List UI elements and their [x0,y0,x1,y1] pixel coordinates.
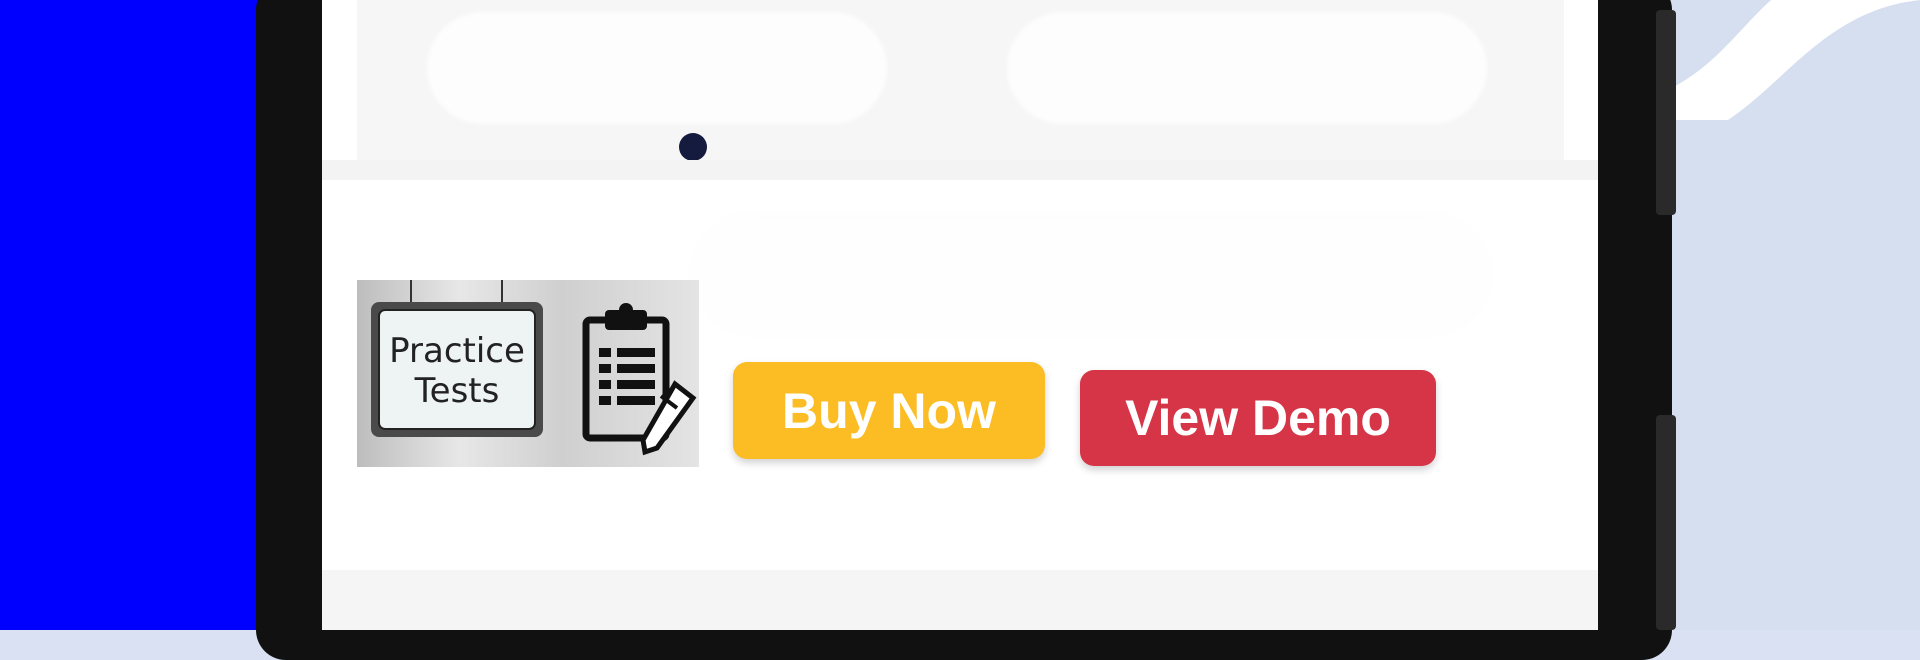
banner-carousel[interactable] [357,0,1564,161]
wave-decoration [1668,0,1920,120]
image-sign-line2: Tests [414,371,500,411]
section-heading-pill [696,218,1486,330]
image-sign-line1: Practice [389,331,525,371]
practice-tests-illustration: Practice Tests [371,280,697,456]
next-section-band [322,570,1598,630]
section-divider [322,160,1598,180]
carousel-indicator-dot[interactable] [679,133,707,161]
right-background [1668,0,1920,630]
banner-pill-left [427,12,887,124]
practice-tests-image: Practice Tests [357,280,699,467]
buy-now-button[interactable]: Buy Now [733,362,1045,459]
banner-pill-right [1007,12,1487,124]
app-screen: Practice Tests Buy Now View Demo [322,0,1598,630]
clipboard-pencil-icon [582,303,697,456]
phone-side-button-power [1656,415,1676,630]
left-blue-panel [0,0,258,630]
view-demo-button[interactable]: View Demo [1080,370,1436,466]
phone-side-button-volume [1656,10,1676,215]
